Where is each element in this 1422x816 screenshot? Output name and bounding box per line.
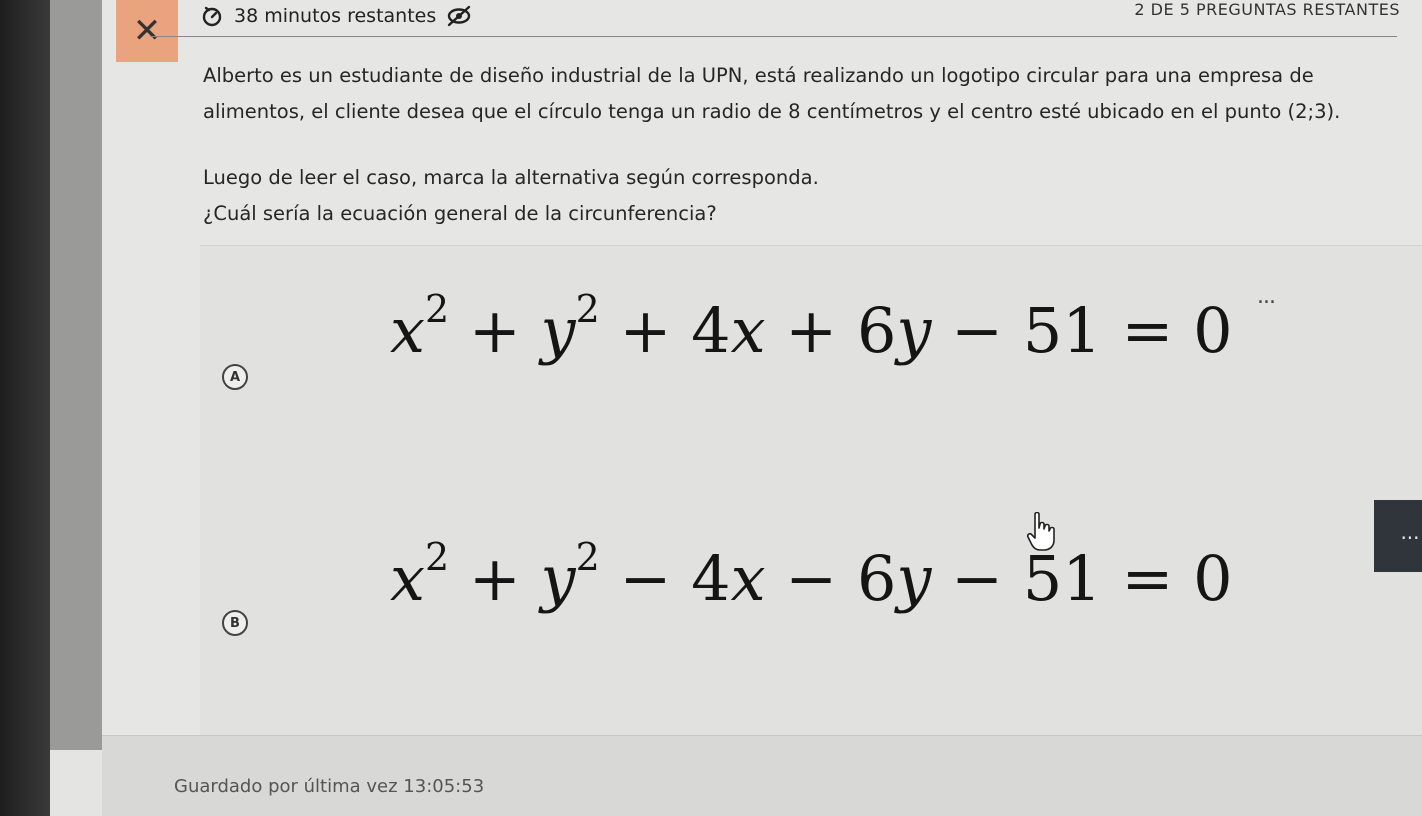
coefficient: 4 xyxy=(691,542,731,615)
quiz-page: ✕ 38 minutos restantes 2 DE 5 PREGUNTAS … xyxy=(50,0,1422,816)
coefficient: 6 xyxy=(856,294,897,367)
var: x xyxy=(730,294,766,367)
timer: 38 minutos restantes xyxy=(200,4,472,28)
options-container: A x2 + y2 + 4x + 6y − 51 = 0 B x2 + y2 − xyxy=(200,245,1422,736)
exponent: 2 xyxy=(575,287,600,331)
hand-pointer-icon xyxy=(1026,512,1055,551)
operator: − xyxy=(785,542,838,615)
operator: + xyxy=(785,294,838,367)
case-text: Alberto es un estudiante de diseño indus… xyxy=(203,64,1341,123)
timer-text: 38 minutos restantes xyxy=(234,5,437,27)
var: y xyxy=(896,542,932,615)
var: x xyxy=(730,542,766,615)
exponent: 2 xyxy=(575,535,600,579)
var: y xyxy=(540,542,576,615)
instruction-text: Luego de leer el caso, marca la alternat… xyxy=(203,166,819,189)
header-divider xyxy=(150,36,1397,37)
var: y xyxy=(540,294,576,367)
equals: = xyxy=(1121,294,1174,367)
equals: = xyxy=(1121,542,1174,615)
exponent: 2 xyxy=(424,287,450,331)
var: x xyxy=(390,542,425,615)
question-body: Alberto es un estudiante de diseño indus… xyxy=(203,58,1373,232)
question-prompt: ¿Cuál sería la ecuación general de la ci… xyxy=(203,202,717,225)
last-saved-text: Guardado por última vez 13:05:53 xyxy=(174,776,485,797)
operator: − xyxy=(619,542,672,615)
option-a-more-button[interactable]: ... xyxy=(1257,284,1276,309)
option-a-letter[interactable]: A xyxy=(222,364,248,390)
exponent: 2 xyxy=(424,535,450,579)
footer: Guardado por última vez 13:05:53 xyxy=(102,735,1422,816)
eye-slash-icon[interactable] xyxy=(446,5,472,27)
option-b-formula: x2 + y2 − 4x − 6y − 51 = 0 xyxy=(390,538,1233,615)
operator: − xyxy=(951,294,1004,367)
var: x xyxy=(390,294,425,367)
option-a-formula: x2 + y2 + 4x + 6y − 51 = 0 xyxy=(390,290,1233,367)
option-b-letter[interactable]: B xyxy=(222,610,248,636)
operator: + xyxy=(619,294,672,367)
left-sidebar-strip xyxy=(50,0,102,750)
coefficient: 6 xyxy=(856,542,897,615)
rhs: 0 xyxy=(1193,294,1233,367)
option-b[interactable]: B x2 + y2 − 4x − 6y − 51 = 0 xyxy=(200,508,1422,698)
close-button[interactable]: ✕ xyxy=(116,0,178,62)
constant: 51 xyxy=(1022,542,1102,615)
operator: + xyxy=(468,294,521,367)
rhs: 0 xyxy=(1193,542,1233,615)
coefficient: 4 xyxy=(691,294,731,367)
operator: − xyxy=(951,542,1004,615)
questions-remaining: 2 DE 5 PREGUNTAS RESTANTES xyxy=(1134,0,1400,19)
timer-icon xyxy=(202,6,222,27)
operator: + xyxy=(468,542,521,615)
var: y xyxy=(896,294,932,367)
constant: 51 xyxy=(1022,294,1102,367)
option-b-more-button[interactable]: ... xyxy=(1374,500,1422,572)
option-a[interactable]: A x2 + y2 + 4x + 6y − 51 = 0 xyxy=(200,266,1422,456)
screen-bezel xyxy=(0,0,50,816)
